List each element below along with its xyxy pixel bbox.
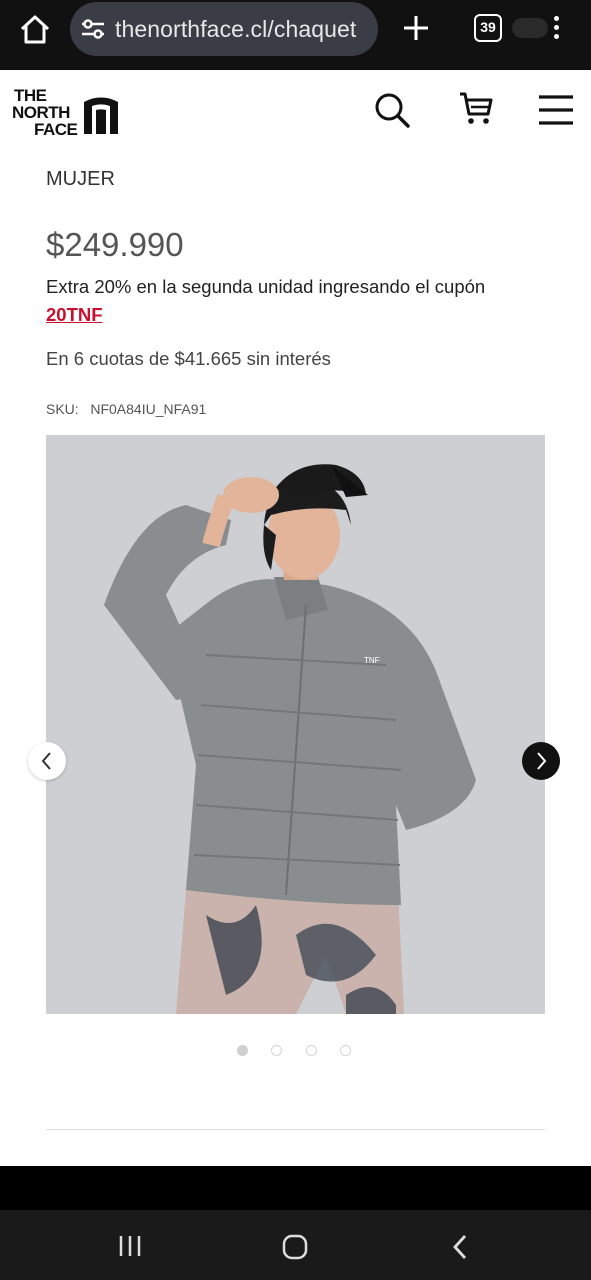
recents-icon[interactable] [116, 1234, 144, 1258]
browser-toolbar: thenorthface.cl/chaquet 39 [0, 0, 591, 70]
system-navigation-bar [0, 1210, 591, 1280]
product-detail: MUJER $249.990 Extra 20% en la segunda u… [0, 156, 591, 1166]
carousel-dot[interactable] [271, 1045, 282, 1056]
carousel-pagination [237, 1045, 357, 1057]
svg-text:TNF: TNF [364, 656, 380, 665]
product-photo-illustration: TNF [46, 435, 545, 1014]
logo-mark: THE NORTH FACE [12, 86, 118, 139]
brand-logo[interactable]: THE NORTH FACE [12, 84, 122, 139]
screen-bottom-strip [0, 1166, 591, 1210]
url-text[interactable]: thenorthface.cl/chaquet [115, 16, 356, 43]
section-divider [46, 1129, 545, 1130]
site-header: THE NORTH FACE [0, 70, 591, 156]
product-price: $249.990 [46, 226, 184, 263]
cart-icon[interactable] [456, 88, 496, 128]
home-icon[interactable] [18, 13, 52, 47]
product-sku: SKU: NF0A84IU_NFA91 [46, 401, 207, 417]
home-circle-icon[interactable] [281, 1233, 309, 1261]
chevron-right-icon[interactable] [522, 742, 560, 780]
svg-text:FACE: FACE [34, 120, 78, 138]
back-icon[interactable] [448, 1232, 472, 1262]
carousel-dot[interactable] [306, 1045, 317, 1056]
status-overlay [512, 18, 548, 38]
carousel-dot[interactable] [340, 1045, 351, 1056]
url-bar[interactable]: thenorthface.cl/chaquet [70, 2, 378, 56]
tune-icon[interactable] [80, 17, 106, 41]
more-options-icon[interactable] [546, 14, 566, 44]
installments-text: En 6 cuotas de $41.665 sin interés [46, 348, 331, 369]
product-category: MUJER [46, 168, 115, 190]
plus-icon[interactable] [400, 12, 432, 44]
product-image[interactable]: TNF [46, 435, 545, 1014]
menu-icon[interactable] [536, 92, 576, 128]
coupon-code-link[interactable]: 20TNF [46, 304, 103, 326]
tabs-count-button[interactable]: 39 [474, 14, 502, 42]
carousel-dot[interactable] [237, 1045, 248, 1056]
chevron-left-icon[interactable] [28, 742, 66, 780]
search-icon[interactable] [372, 90, 412, 130]
promo-text: Extra 20% en la segunda unidad ingresand… [46, 276, 486, 297]
